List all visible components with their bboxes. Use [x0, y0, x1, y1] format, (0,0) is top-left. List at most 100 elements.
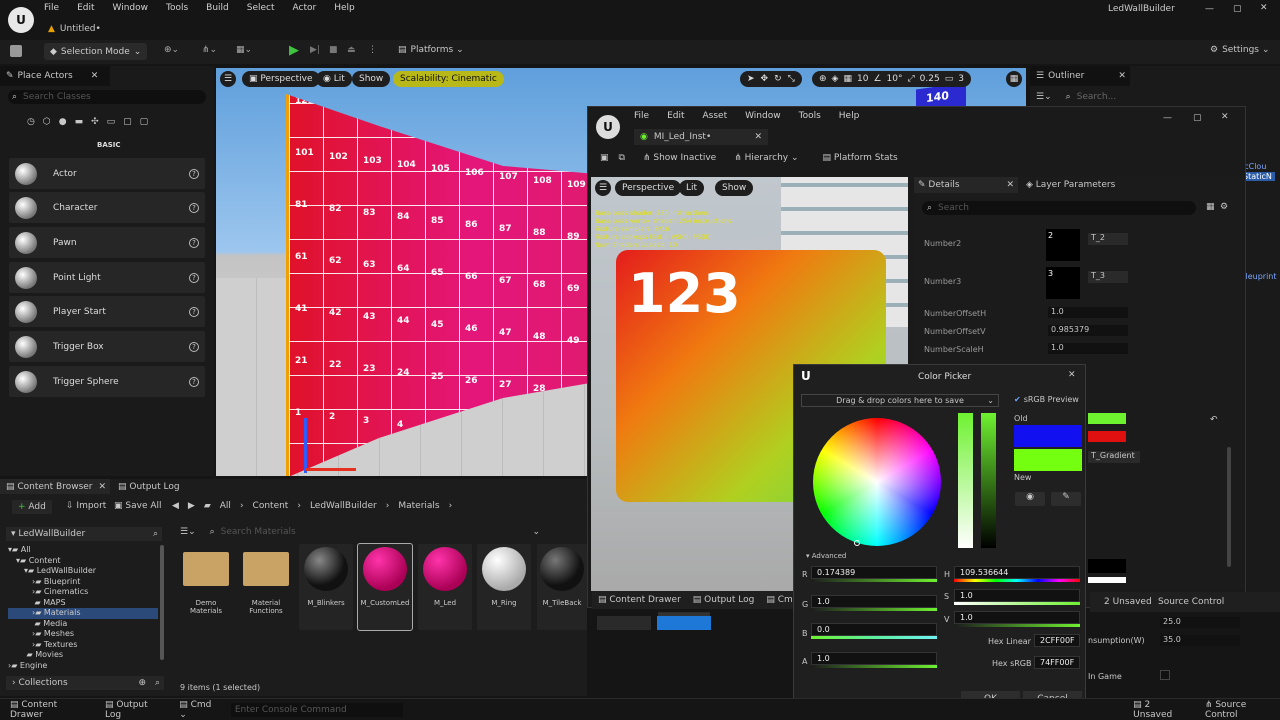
close-tab-icon[interactable]: ✕ [91, 71, 99, 81]
shapes-icon[interactable]: ⬡ [43, 117, 51, 127]
blueprint-icon[interactable]: ⋔⌄ [202, 45, 217, 55]
help-icon[interactable]: ? [189, 272, 199, 283]
visual-icon[interactable]: ✣ [91, 117, 99, 127]
outliner-search[interactable]: ☰⌄ ⌕ Search... [1036, 90, 1236, 104]
menu-help[interactable]: Help [839, 111, 860, 121]
offset-h-value[interactable]: 1.0 [1048, 307, 1128, 318]
hex-linear-input[interactable]: 2CFF00F [1034, 634, 1080, 647]
step-icon[interactable]: ▶| [310, 45, 320, 55]
swatch-green[interactable] [1088, 413, 1126, 424]
lights-icon[interactable]: ● [59, 117, 67, 127]
more-icon[interactable]: ⋮ [368, 45, 377, 55]
advanced-toggle[interactable]: ▾ Advanced [806, 552, 846, 560]
asset-m-tileback[interactable]: M_TileBack [537, 544, 587, 630]
scale-snap-icon[interactable]: ⤢ [907, 74, 914, 84]
tree-scrollbar[interactable] [160, 545, 164, 660]
eject-icon[interactable]: ⏏ [347, 45, 356, 55]
value-25[interactable]: 25.0 [1160, 617, 1240, 628]
s-slider[interactable]: 1.0 [954, 589, 1080, 602]
breadcrumb-all[interactable]: All [220, 501, 231, 511]
import-button[interactable]: ⇩ Import [66, 501, 106, 511]
viewport-menu-icon[interactable]: ☰ [595, 180, 611, 196]
tree-item[interactable]: ▾▰ Content [8, 556, 158, 567]
browse-icon[interactable]: ⧉ [619, 153, 625, 163]
asset-m-blinkers[interactable]: M_Blinkers [299, 544, 353, 630]
rotation-snap-value[interactable]: 10° [887, 74, 903, 84]
a-slider[interactable]: 1.0 [811, 652, 937, 665]
help-icon[interactable]: ? [189, 376, 199, 387]
tree-item[interactable]: ›▰ Meshes [8, 629, 158, 640]
tree-item[interactable]: ▰ Media [8, 619, 158, 630]
camera-speed-value[interactable]: 3 [958, 74, 964, 84]
close-icon[interactable]: ✕ [1221, 112, 1229, 122]
menu-file[interactable]: File [634, 111, 649, 121]
save-icon[interactable]: ▣ [600, 153, 609, 163]
outliner-tab[interactable]: ☰ Outliner ✕ [1030, 66, 1130, 86]
stop-icon[interactable]: ■ [329, 45, 338, 55]
breadcrumb-materials[interactable]: Materials [398, 501, 439, 511]
swatch-black[interactable] [1088, 559, 1126, 573]
tree-item[interactable]: ▾▰ LedWallBuilder [8, 566, 158, 577]
search-icon[interactable]: ⌕ [153, 529, 158, 539]
tree-item[interactable]: ▰ MAPS [8, 598, 158, 609]
camera-speed-icon[interactable]: ▭ [945, 74, 954, 84]
recent-icon[interactable]: ◷ [27, 117, 35, 127]
menu-actor[interactable]: Actor [293, 3, 317, 13]
unreal-logo-icon[interactable]: U [8, 7, 34, 33]
close-tab-icon[interactable]: ✕ [754, 132, 762, 142]
cinematics-icon[interactable]: ▦⌄ [236, 45, 252, 55]
tree-item[interactable]: ›▰ Cinematics [8, 587, 158, 598]
b-slider[interactable]: 0.0 [811, 623, 937, 636]
swatch-white[interactable] [1088, 577, 1126, 583]
play-icon[interactable]: ▶ [289, 43, 299, 58]
wheel-selector[interactable] [854, 540, 860, 546]
tree-item[interactable]: ▰ Movies [8, 650, 158, 661]
help-icon[interactable]: ? [189, 306, 199, 317]
platforms-dropdown[interactable]: ▤ Platforms ⌄ [398, 45, 464, 55]
eyedropper-icon[interactable]: ✎ [1051, 492, 1081, 506]
actor-item-actor[interactable]: Actor? [9, 158, 205, 189]
minimize-icon[interactable]: — [1163, 113, 1172, 123]
platform-stats-button[interactable]: ▤ Platform Stats [823, 153, 898, 163]
saturation-slider[interactable] [958, 413, 973, 548]
material-tab[interactable]: ◉ MI_Led_Inst• ✕ [634, 129, 768, 145]
grid-view-icon[interactable]: ▦ [1206, 202, 1215, 212]
menu-help[interactable]: Help [334, 3, 355, 13]
gizmo-x-axis[interactable] [306, 468, 356, 471]
color-drop-zone[interactable]: Drag & drop colors here to save ⌄ [801, 394, 999, 407]
chevron-down-icon[interactable]: ⌄ [532, 527, 540, 537]
menu-file[interactable]: File [44, 3, 59, 13]
output-log-button[interactable]: ▤ Output Log [105, 700, 165, 720]
menu-asset[interactable]: Asset [703, 111, 728, 121]
asset-m-ring[interactable]: M_Ring [477, 544, 531, 630]
add-content-icon[interactable]: ⊕⌄ [164, 45, 179, 55]
reset-icon[interactable]: ↶ [1210, 415, 1218, 425]
layout-icon[interactable]: ▦ [1006, 71, 1022, 87]
hierarchy-button[interactable]: ⋔ Hierarchy ⌄ [734, 153, 798, 163]
g-slider[interactable]: 1.0 [811, 595, 937, 608]
content-drawer-button[interactable]: ▤ Content Drawer [10, 700, 91, 720]
scale-icon[interactable]: ⤡ [788, 74, 795, 84]
all-classes-icon[interactable]: ▢ [123, 117, 132, 127]
place-actors-tab[interactable]: ✎ Place Actors ✕ [0, 66, 110, 86]
tree-item[interactable]: ›▰ Engine [8, 661, 158, 672]
selection-mode-dropdown[interactable]: ◆ Selection Mode ⌄ [44, 43, 148, 60]
perspective-button[interactable]: Perspective [615, 180, 682, 196]
perspective-button[interactable]: ▣ Perspective [242, 71, 320, 87]
gradient-dropdown[interactable]: T_Gradient [1088, 451, 1140, 463]
offset-v-value[interactable]: 0.985379 [1048, 325, 1128, 336]
rotation-snap-icon[interactable]: ∠ [873, 74, 881, 84]
add-button[interactable]: + Add [12, 500, 52, 514]
viewport-menu-icon[interactable]: ☰ [220, 71, 236, 87]
asset-slot[interactable] [597, 616, 651, 630]
menu-select[interactable]: Select [247, 3, 275, 13]
asset-search[interactable]: ☰⌄ ⌕ Search Materials ⌄ [180, 525, 540, 539]
asset-folder-demo[interactable]: Demo Materials [179, 544, 233, 630]
close-tab-icon[interactable]: ✕ [98, 482, 106, 492]
menu-tools[interactable]: Tools [799, 111, 821, 121]
h-slider[interactable]: 109.536644 [954, 566, 1080, 579]
maximize-icon[interactable]: ▢ [1233, 4, 1242, 14]
asset-m-customled[interactable]: M_CustomLed [357, 543, 413, 631]
layer-parameters-tab[interactable]: ◈ Layer Parameters [1022, 177, 1115, 193]
actor-item-player-start[interactable]: Player Start? [9, 296, 205, 327]
